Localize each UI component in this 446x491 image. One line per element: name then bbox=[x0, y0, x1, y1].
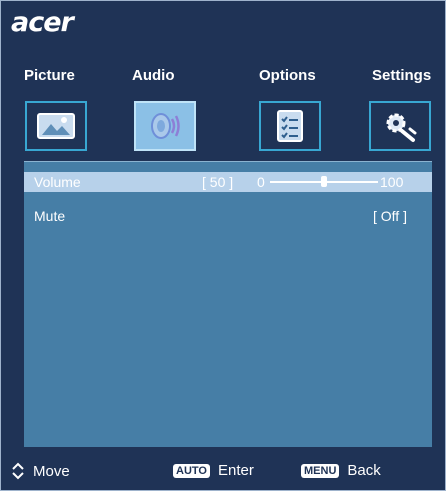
tab-bar: Picture Audio Options Settings bbox=[1, 67, 446, 87]
audio-settings-panel: Volume [ 50 ] 0 100 Mute [ Off ] bbox=[24, 161, 432, 447]
back-label: Back bbox=[347, 462, 381, 479]
volume-row[interactable]: Volume [ 50 ] 0 100 bbox=[24, 172, 432, 192]
options-tab-button[interactable] bbox=[259, 101, 321, 151]
options-icon bbox=[277, 110, 303, 142]
menu-key[interactable]: MENU bbox=[301, 463, 340, 478]
move-hint: Move bbox=[11, 462, 70, 480]
mute-value: [ Off ] bbox=[373, 208, 407, 224]
footer-hints: Move AUTO Enter MENU Back bbox=[1, 456, 446, 486]
brand-logo: acer bbox=[11, 7, 74, 38]
volume-max-label: 100 bbox=[380, 174, 404, 190]
enter-label: Enter bbox=[217, 462, 254, 479]
tab-options[interactable]: Options bbox=[259, 67, 316, 84]
audio-icon bbox=[151, 113, 180, 139]
up-down-icon bbox=[12, 462, 24, 480]
settings-tab-button[interactable] bbox=[369, 101, 431, 151]
mute-label: Mute bbox=[34, 208, 66, 224]
tab-audio[interactable]: Audio bbox=[132, 67, 175, 84]
picture-icon bbox=[37, 113, 75, 139]
back-hint: MENU Back bbox=[301, 462, 381, 479]
volume-slider-knob[interactable] bbox=[321, 176, 327, 187]
settings-icon bbox=[386, 113, 417, 142]
audio-tab-button[interactable] bbox=[134, 101, 196, 151]
volume-label: Volume bbox=[34, 174, 81, 190]
enter-hint: AUTO Enter bbox=[173, 462, 254, 479]
tab-settings[interactable]: Settings bbox=[372, 67, 431, 84]
tab-icons bbox=[1, 101, 446, 161]
mute-row[interactable]: Mute [ Off ] bbox=[24, 206, 432, 226]
volume-value: [ 50 ] bbox=[202, 174, 234, 190]
tab-picture[interactable]: Picture bbox=[24, 67, 75, 84]
picture-tab-button[interactable] bbox=[25, 101, 87, 151]
osd-menu: acer Picture Audio Options Settings Volu… bbox=[0, 0, 446, 491]
volume-min-label: 0 bbox=[257, 174, 265, 190]
move-label: Move bbox=[33, 462, 70, 480]
auto-key[interactable]: AUTO bbox=[173, 463, 210, 478]
